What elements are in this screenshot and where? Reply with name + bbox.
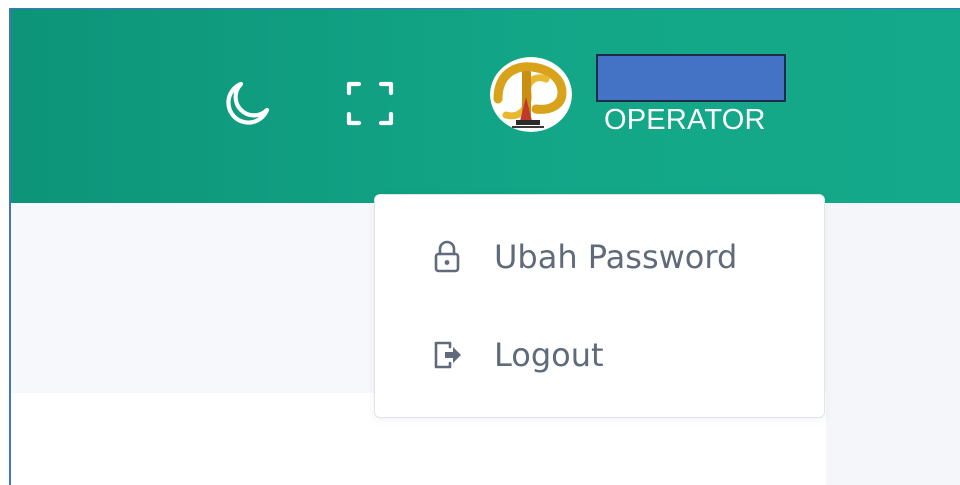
- fullscreen-button[interactable]: [342, 76, 398, 132]
- logout-icon: [434, 341, 461, 369]
- menu-item-change-password[interactable]: Ubah Password: [375, 209, 823, 305]
- frame-border-left: [9, 8, 11, 485]
- content-side-area: [826, 203, 960, 485]
- menu-item-label: Ubah Password: [494, 238, 738, 276]
- user-role-label: OPERATOR: [604, 104, 766, 136]
- moon-icon: [226, 81, 270, 125]
- user-avatar[interactable]: [490, 57, 572, 132]
- menu-item-logout[interactable]: Logout: [375, 307, 823, 403]
- frame-border-top: [9, 8, 960, 9]
- menu-item-label: Logout: [494, 336, 604, 374]
- fullscreen-icon: [346, 81, 394, 126]
- theme-toggle-button[interactable]: [218, 76, 274, 132]
- app-window: OPERATOR Ubah Password Logout: [0, 0, 960, 485]
- logo-avatar-icon: [490, 57, 572, 132]
- user-name-redacted[interactable]: [596, 54, 786, 102]
- user-dropdown-menu: Ubah Password Logout: [374, 194, 825, 418]
- top-navbar: [11, 9, 960, 203]
- lock-icon: [434, 240, 460, 273]
